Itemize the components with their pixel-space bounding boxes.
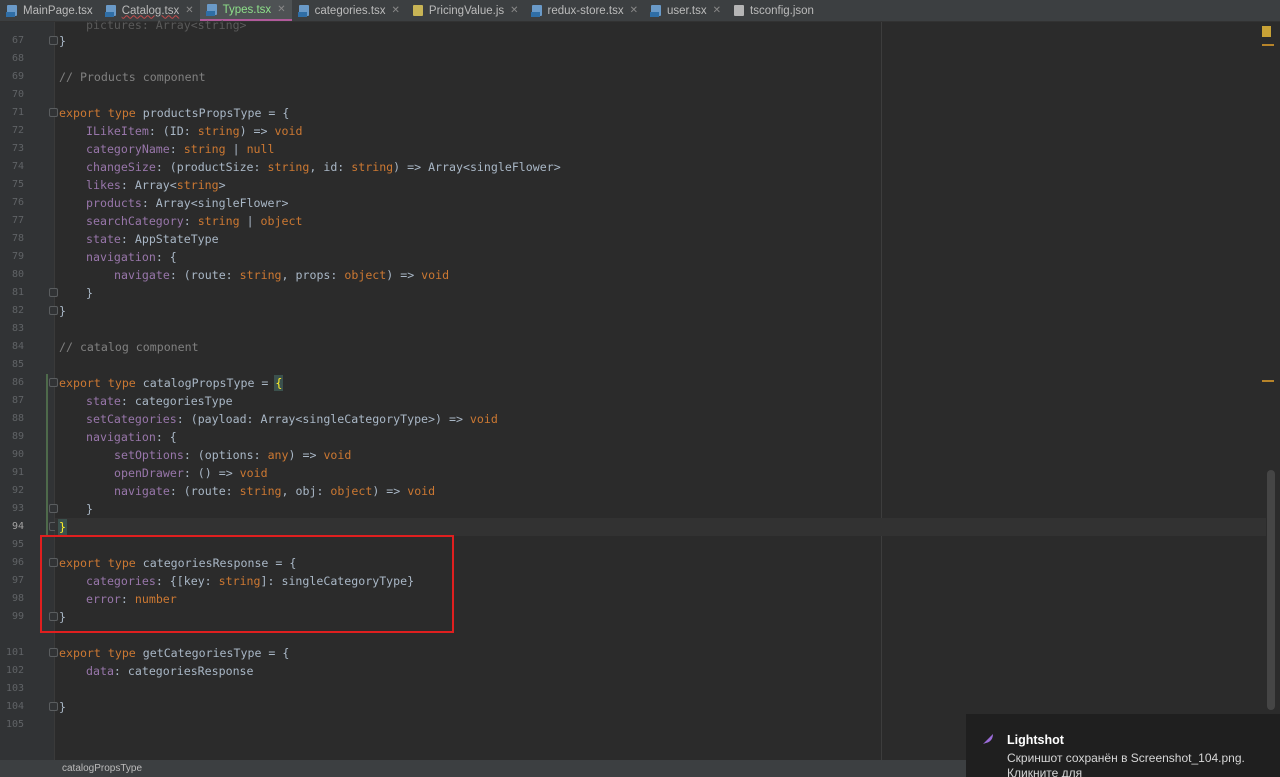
line-number: 97 [11,575,24,586]
tab-categories[interactable]: categories.tsx ✕ [292,0,406,21]
js-file-icon [412,4,425,17]
tab-tsconfig[interactable]: tsconfig.json [727,0,820,21]
line-number: 98 [11,593,24,604]
breadcrumb[interactable]: catalogPropsType [62,763,142,774]
code-line: } [58,519,67,535]
line-number: 90 [11,449,24,460]
tsx-file-icon [297,4,311,17]
code-line: pictures: Array<string> [86,18,247,32]
tab-redux-store[interactable]: redux-store.tsx ✕ [525,0,644,21]
line-number: 85 [11,359,24,370]
line-number: 80 [11,269,24,280]
code-line: export type catalogPropsType = { [59,375,284,391]
line-number: 89 [11,431,24,442]
tab-mainpage[interactable]: MainPage.tsx [0,0,99,21]
tsx-file-icon [530,4,544,17]
code-editor[interactable]: pictures: Array<string> } // Products co… [55,18,1266,760]
line-number: 75 [11,179,24,190]
code-comment: // catalog component [59,340,199,354]
tsx-file-icon [205,3,219,16]
tab-user[interactable]: user.tsx ✕ [644,0,727,21]
line-number: 86 [11,377,24,388]
scrollbar-thumb[interactable] [1267,470,1275,710]
line-number: 76 [11,197,24,208]
code-line: setCategories: (payload: Array<singleCat… [86,412,498,426]
code-line: export type getCategoriesType = { [59,646,290,660]
line-number: 99 [11,611,24,622]
line-number: 71 [11,107,24,118]
line-number: 77 [11,215,24,226]
line-number: 88 [11,413,24,424]
feather-icon [981,734,993,746]
line-number: 105 [5,719,24,730]
code-line: data: categoriesResponse [86,664,254,678]
lightshot-notification[interactable]: Lightshot Скриншот сохранён в Screenshot… [966,714,1280,777]
close-icon[interactable]: ✕ [510,5,518,16]
line-number: 69 [11,71,24,82]
line-number: 67 [11,35,24,46]
line-number: 93 [11,503,24,514]
code-line: searchCategory: string | object [86,214,303,228]
code-line: changeSize: (productSize: string, id: st… [86,160,561,174]
code-line: products: Array<singleFlower> [86,196,289,210]
code-comment: // Products component [59,70,206,84]
tab-pricingvalue[interactable]: PricingValue.js ✕ [406,0,525,21]
tsx-file-icon [6,4,19,17]
line-number: 92 [11,485,24,496]
code-line: navigation: { [86,430,177,444]
code-line: } [86,286,93,300]
code-line: openDrawer: () => void [114,466,268,480]
red-highlight-box [40,535,454,633]
line-number: 95 [11,539,24,550]
code-line: } [59,304,66,318]
close-icon[interactable]: ✕ [185,5,193,16]
code-line: likes: Array<string> [86,178,226,192]
error-stripe-marker[interactable] [1262,44,1274,46]
line-number: 73 [11,143,24,154]
tsx-file-icon [649,4,663,17]
line-number: 83 [11,323,24,334]
code-line: state: AppStateType [86,232,219,246]
line-number: 79 [11,251,24,262]
code-line: state: categoriesType [86,394,233,408]
line-number: 72 [11,125,24,136]
line-number: 104 [5,701,24,712]
vcs-change-marker[interactable] [46,374,48,536]
warning-icon[interactable] [1262,26,1271,37]
code-line: navigate: (route: string, obj: object) =… [114,484,436,498]
line-number: 84 [11,341,24,352]
code-line: } [86,502,93,516]
code-line: navigation: { [86,250,177,264]
notification-message: Скриншот сохранён в Screenshot_104.png. … [1007,751,1245,777]
line-number: 81 [11,287,24,298]
line-number: 103 [5,683,24,694]
line-number: 70 [11,89,24,100]
close-icon[interactable]: ✕ [713,5,721,16]
code-line: } [59,700,66,714]
code-line: ILikeItem: (ID: string) => void [86,124,303,138]
code-line: setOptions: (options: any) => void [114,448,352,462]
line-number: 96 [11,557,24,568]
json-file-icon [733,4,746,17]
notification-title: Lightshot [1007,733,1064,747]
code-line: navigate: (route: string, props: object)… [114,268,450,282]
close-icon[interactable]: ✕ [277,4,285,15]
close-icon[interactable]: ✕ [630,5,638,16]
code-line: export type productsPropsType = { [59,106,290,120]
line-number: 68 [11,53,24,64]
line-number: 87 [11,395,24,406]
line-number: 91 [11,467,24,478]
line-number: 74 [11,161,24,172]
line-number: 94 [11,521,24,532]
line-number: 78 [11,233,24,244]
line-number: 82 [11,305,24,316]
right-margin-guide [881,22,882,760]
code-line: categoryName: string | null [86,142,275,156]
line-number: 102 [5,665,24,676]
error-stripe-marker[interactable] [1262,380,1274,382]
line-number: 101 [5,647,24,658]
current-line-highlight [55,518,1266,536]
code-line: } [59,34,66,48]
close-icon[interactable]: ✕ [392,5,400,16]
